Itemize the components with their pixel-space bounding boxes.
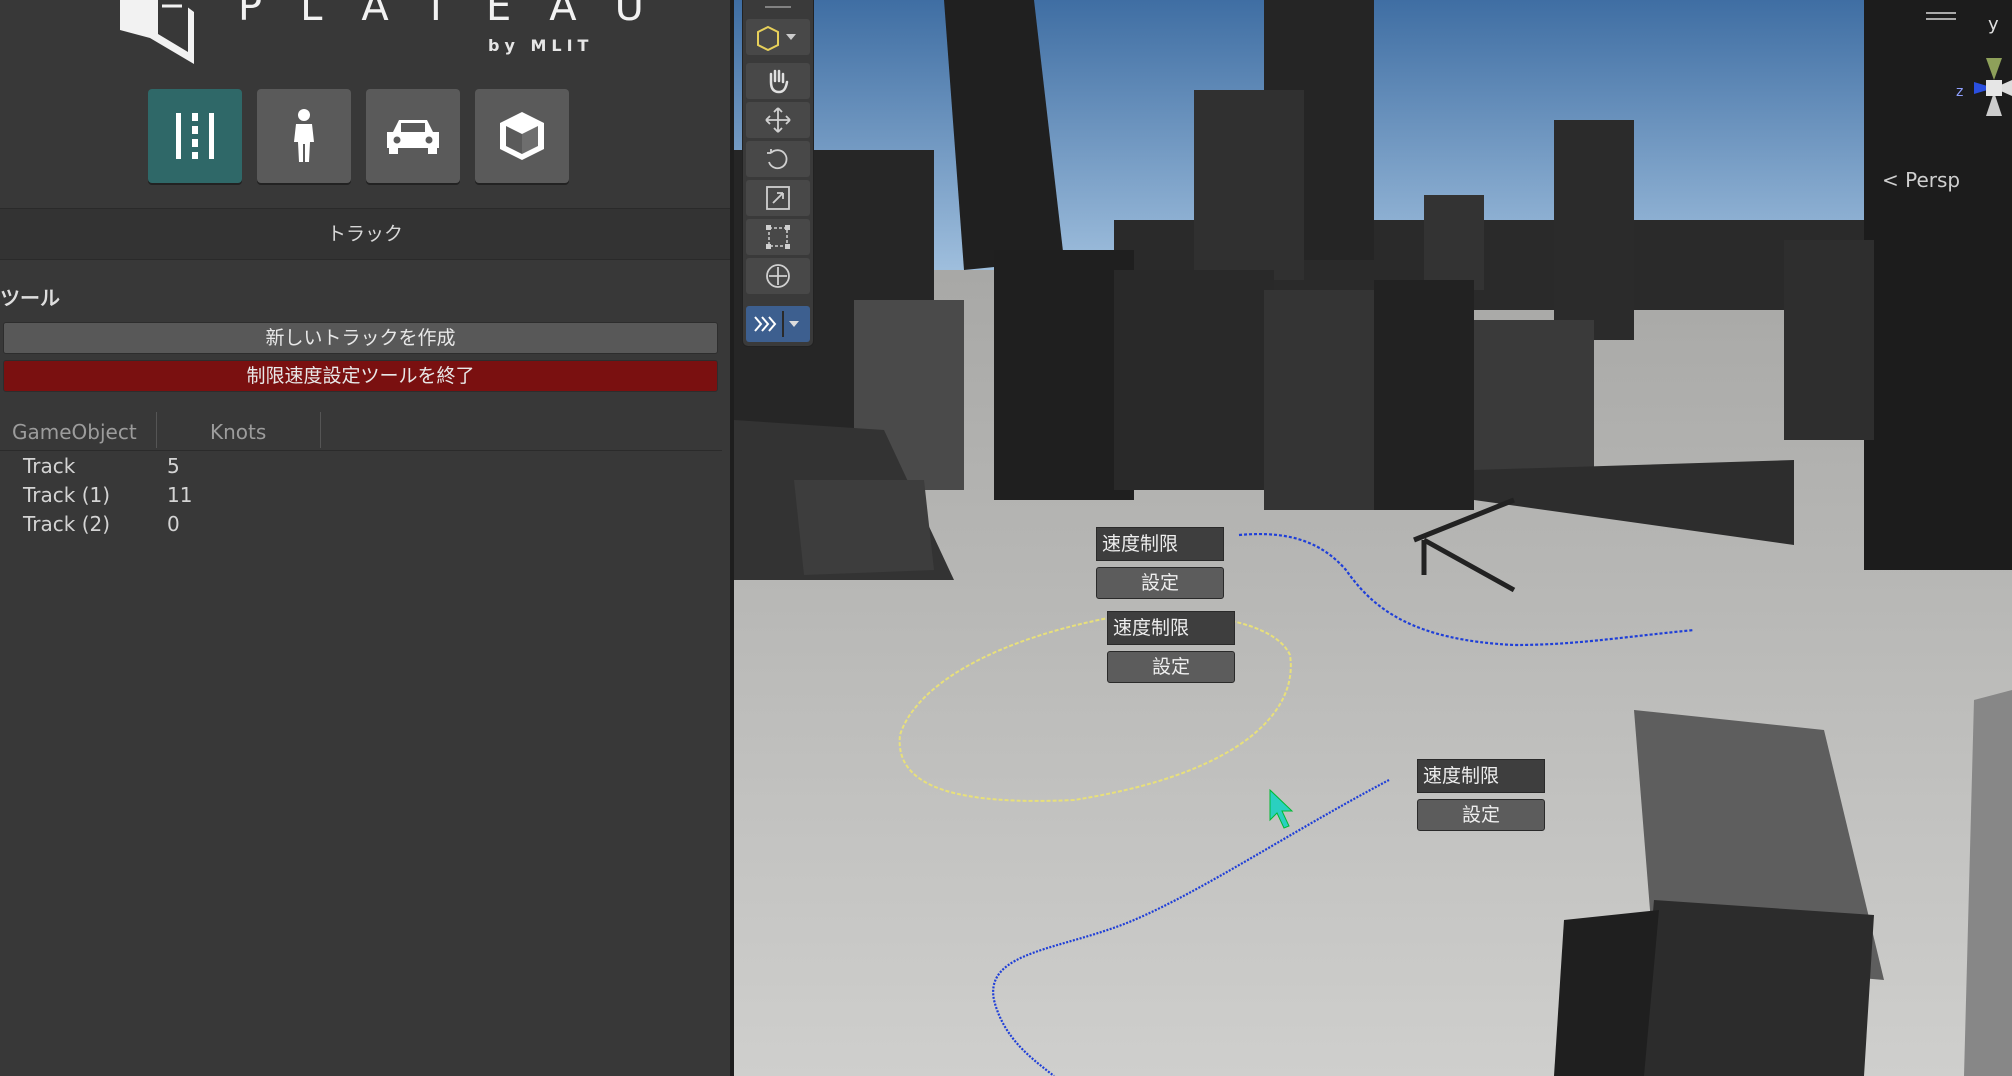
table-row[interactable]: Track (1) 11	[0, 483, 722, 512]
plateau-logo-mark-icon	[120, 0, 194, 64]
gizmo-y-label: y	[1988, 14, 1999, 35]
scale-icon	[766, 186, 790, 210]
tools-label: ツール	[0, 286, 60, 310]
transform-icon	[766, 264, 790, 288]
view-mode-dropdown[interactable]	[746, 19, 810, 55]
drag-handle-icon[interactable]	[743, 0, 813, 16]
speed-limit-panel: 速度制限 設定	[1096, 527, 1224, 599]
speed-limit-label: 速度制限	[1096, 527, 1224, 561]
cube-icon	[757, 25, 796, 51]
rect-tool-button[interactable]	[746, 219, 810, 255]
hand-icon	[769, 69, 789, 94]
track-name: Track	[23, 454, 76, 478]
object-mode-button[interactable]	[475, 89, 569, 183]
city-scene	[734, 0, 2012, 1076]
transform-tool-button[interactable]	[746, 258, 810, 294]
track-knots: 11	[167, 483, 193, 507]
pedestrian-mode-button[interactable]	[257, 89, 351, 183]
create-track-button[interactable]: 新しいトラックを作成	[3, 322, 718, 354]
cube-icon	[500, 112, 544, 160]
scene-viewport[interactable]: y z < Persp 速度制限 設定 速度制限 設定 速度制限 設定	[734, 0, 2012, 1076]
rect-transform-icon	[766, 225, 790, 249]
scale-tool-button[interactable]	[746, 180, 810, 216]
move-arrows-icon	[765, 107, 791, 133]
track-table-header: GameObject Knots	[0, 410, 722, 451]
track-knots: 5	[167, 454, 180, 478]
speed-limit-panel: 速度制限 設定	[1107, 611, 1235, 683]
logo-title: PLATEAU	[238, 0, 682, 30]
road-lanes-icon	[176, 113, 214, 159]
speed-limit-set-button[interactable]: 設定	[1417, 799, 1545, 831]
end-speed-limit-tool-button[interactable]: 制限速度設定ツールを終了	[3, 360, 718, 392]
table-row[interactable]: Track (2) 0	[0, 512, 722, 541]
move-tool-button[interactable]	[746, 102, 810, 138]
track-name: Track (2)	[23, 512, 111, 536]
speed-limit-label: 速度制限	[1417, 759, 1545, 793]
custom-tool-dropdown[interactable]	[746, 306, 810, 342]
orientation-gizmo[interactable]: y z	[1844, 8, 2012, 158]
column-knots[interactable]: Knots	[210, 420, 266, 444]
column-gameobject[interactable]: GameObject	[12, 420, 137, 444]
track-tool-panel: PLATEAU by MLIT トラック ツール 新しいトラックを作成 制限速度…	[0, 0, 730, 1076]
speed-limit-set-button[interactable]: 設定	[1107, 651, 1235, 683]
hand-tool-button[interactable]	[746, 63, 810, 99]
speed-limit-label: 速度制限	[1107, 611, 1235, 645]
track-mode-button[interactable]	[148, 89, 242, 183]
fast-forward-icon	[754, 311, 799, 337]
column-divider[interactable]	[156, 412, 157, 448]
rotate-icon	[767, 149, 788, 170]
scene-tool-palette	[742, 0, 814, 347]
logo-subtitle: by MLIT	[488, 36, 594, 55]
column-divider[interactable]	[320, 412, 321, 448]
car-icon	[387, 120, 439, 154]
section-title: トラック	[0, 208, 730, 260]
chevron-left-icon: <	[1882, 168, 1899, 192]
table-row[interactable]: Track 5	[0, 454, 722, 483]
speed-limit-set-button[interactable]: 設定	[1096, 567, 1224, 599]
speed-limit-panel: 速度制限 設定	[1417, 759, 1545, 831]
track-name: Track (1)	[23, 483, 111, 507]
rotate-tool-button[interactable]	[746, 141, 810, 177]
track-knots: 0	[167, 512, 180, 536]
pedestrian-icon	[294, 109, 314, 162]
gizmo-z-label: z	[1956, 84, 1964, 100]
plateau-logo: PLATEAU by MLIT	[118, 0, 644, 70]
projection-label[interactable]: < Persp	[1882, 168, 1960, 192]
vehicle-mode-button[interactable]	[366, 89, 460, 183]
